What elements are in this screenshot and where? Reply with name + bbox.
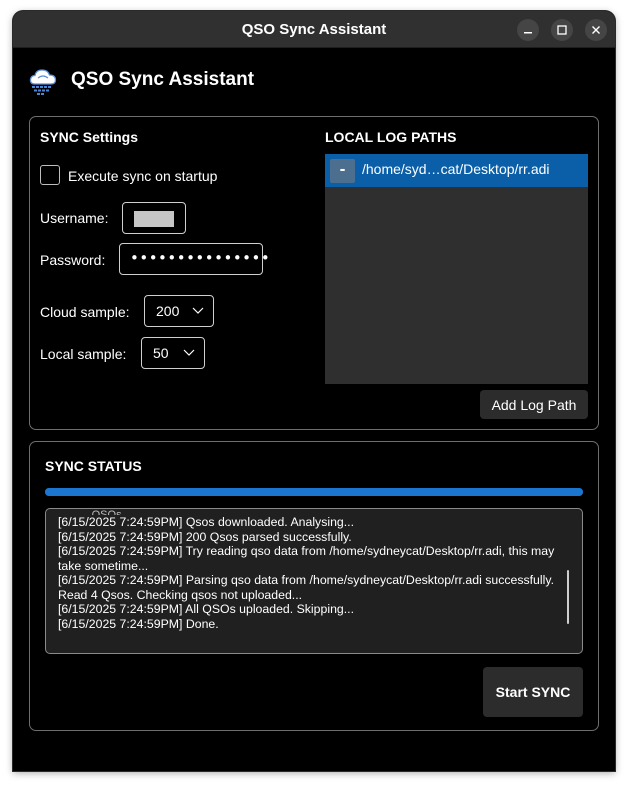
- password-label: Password:: [40, 252, 106, 268]
- sync-log[interactable]: QSOs... [6/15/2025 7:24:59PM] Qsos downl…: [45, 508, 583, 654]
- log-path-text: /home/syd…cat/Desktop/rr.adi: [362, 161, 550, 177]
- cloud-sample-value: 200: [156, 303, 180, 319]
- local-log-paths-heading: LOCAL LOG PATHS: [325, 129, 457, 145]
- local-sample-value: 50: [153, 345, 169, 361]
- settings-panel: SYNC Settings Execute sync on startup Us…: [29, 116, 599, 430]
- close-icon: [592, 26, 600, 34]
- log-line: [6/15/2025 7:24:59PM] 200 Qsos parsed su…: [58, 529, 352, 544]
- log-line: [6/15/2025 7:24:59PM] Qsos downloaded. A…: [58, 515, 355, 529]
- minimize-icon: [524, 32, 532, 34]
- username-label: Username:: [40, 210, 109, 226]
- sync-settings-heading: SYNC Settings: [40, 129, 139, 145]
- sync-status-heading: SYNC STATUS: [45, 458, 142, 474]
- chevron-down-icon: [192, 307, 204, 314]
- password-value: •••••••••••••••: [130, 249, 271, 267]
- cloud-sync-icon: [29, 69, 57, 95]
- local-sample-label: Local sample:: [40, 346, 127, 362]
- maximize-icon: [557, 25, 567, 35]
- log-path-list[interactable]: - /home/syd…cat/Desktop/rr.adi: [325, 154, 588, 384]
- app-window: QSO Sync Assistant QSO Sync Assistant SY…: [13, 11, 615, 771]
- minimize-button[interactable]: [517, 19, 539, 41]
- close-button[interactable]: [585, 19, 607, 41]
- add-log-path-button[interactable]: Add Log Path: [480, 390, 588, 419]
- chevron-down-icon: [183, 349, 195, 356]
- log-line: [6/15/2025 7:24:59PM] All QSOs uploaded.…: [58, 602, 355, 616]
- cloud-sample-label: Cloud sample:: [40, 304, 130, 320]
- maximize-button[interactable]: [551, 19, 573, 41]
- list-item[interactable]: - /home/syd…cat/Desktop/rr.adi: [325, 154, 588, 187]
- username-value: [134, 211, 174, 227]
- status-panel: SYNC STATUS QSOs... [6/15/2025 7:24:59PM…: [29, 441, 599, 731]
- log-line: [6/15/2025 7:24:59PM] Try reading qso da…: [58, 544, 558, 573]
- log-scrollbar[interactable]: [567, 570, 569, 624]
- app-title: QSO Sync Assistant: [71, 69, 255, 90]
- sync-progress-fill: [45, 488, 583, 496]
- sync-progress-bar: [45, 488, 583, 496]
- log-line: [6/15/2025 7:24:59PM] Parsing qso data f…: [58, 573, 558, 602]
- remove-log-path-button[interactable]: -: [330, 159, 355, 183]
- local-sample-select[interactable]: 50: [141, 337, 205, 369]
- app-header: QSO Sync Assistant: [27, 63, 254, 97]
- log-line: [6/15/2025 7:24:59PM] Done.: [58, 616, 219, 631]
- password-field[interactable]: •••••••••••••••: [119, 243, 270, 275]
- execute-on-startup-label: Execute sync on startup: [68, 168, 218, 184]
- cloud-sample-select[interactable]: 200: [144, 295, 214, 327]
- execute-on-startup-checkbox[interactable]: [40, 165, 60, 185]
- title-bar[interactable]: QSO Sync Assistant: [13, 11, 615, 48]
- sync-log-lines: QSOs... [6/15/2025 7:24:59PM] Qsos downl…: [58, 509, 563, 631]
- username-field[interactable]: [122, 202, 186, 234]
- start-sync-button[interactable]: Start SYNC: [483, 667, 583, 717]
